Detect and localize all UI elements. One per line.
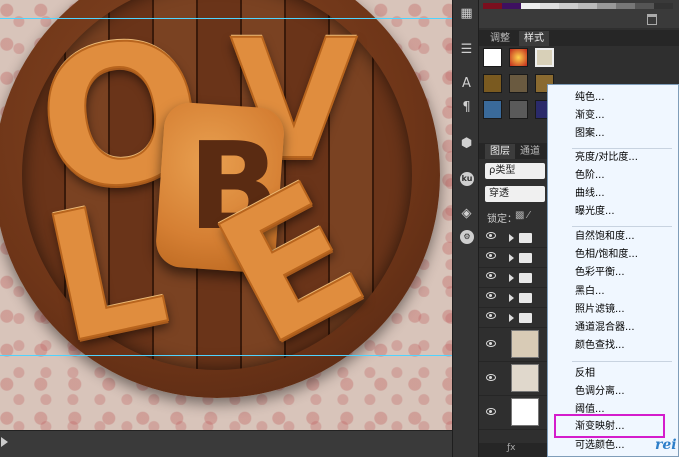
menu-item-color-balance[interactable]: 色彩平衡... — [548, 264, 678, 282]
styles-panel-tabs: 调整 样式 — [479, 30, 679, 46]
style-swatch[interactable] — [509, 48, 528, 67]
expand-arrow-icon[interactable] — [509, 274, 514, 282]
eye-icon[interactable] — [486, 312, 496, 319]
eye-icon[interactable] — [486, 340, 496, 347]
layer-thumbnail — [511, 330, 539, 358]
swatches-panel — [479, 0, 679, 28]
adjustment-layer-menu: 纯色... 渐变... 图案... 亮度/对比度... 色阶... 曲线... … — [547, 84, 679, 457]
layer-thumbnail — [511, 364, 539, 392]
layer-row[interactable] — [479, 362, 547, 396]
style-swatch-selected[interactable] — [535, 48, 554, 67]
layer-filter-select[interactable]: ρ类型 — [485, 163, 545, 179]
guide-line-top — [0, 18, 452, 19]
watermark-logo: rei — [655, 437, 677, 453]
layer-row[interactable] — [479, 268, 547, 288]
swatch-row[interactable] — [483, 3, 673, 9]
layer-row[interactable] — [479, 396, 547, 430]
folder-icon — [519, 253, 532, 263]
3d-cube-icon[interactable]: ⬢ — [457, 134, 476, 153]
folder-icon — [519, 233, 532, 243]
expand-arrow-icon[interactable] — [509, 294, 514, 302]
layer-footer[interactable]: ƒx — [479, 443, 547, 457]
layer-row[interactable] — [479, 228, 547, 248]
menu-item-exposure[interactable]: 曝光度... — [548, 203, 678, 221]
expand-arrow-icon[interactable] — [509, 234, 514, 242]
menu-item-gradient[interactable]: 渐变... — [548, 107, 678, 125]
menu-item-brightness-contrast[interactable]: 亮度/对比度... — [548, 149, 678, 167]
lock-options[interactable]: ▩ ⁄ — [515, 210, 529, 221]
style-swatch[interactable] — [509, 100, 528, 119]
eye-icon[interactable] — [486, 374, 496, 381]
layer-row[interactable] — [479, 288, 547, 308]
style-none[interactable] — [483, 48, 502, 67]
menu-item-pattern[interactable]: 图案... — [548, 125, 678, 143]
layer-list — [479, 228, 547, 443]
lock-label: 锁定： — [487, 214, 517, 225]
sliders-icon[interactable]: ☰ — [457, 40, 476, 59]
layer-thumbnail — [511, 398, 539, 426]
cube-grid-icon[interactable]: ◈ — [457, 204, 476, 223]
menu-item-channel-mixer[interactable]: 通道混合器... — [548, 319, 678, 337]
style-swatch[interactable] — [509, 74, 528, 93]
play-arrow-icon[interactable] — [1, 437, 8, 447]
eye-icon[interactable] — [486, 292, 496, 299]
menu-item-solid-color[interactable]: 纯色... — [548, 89, 678, 107]
eye-icon[interactable] — [486, 408, 496, 415]
tab-styles[interactable]: 样式 — [519, 31, 549, 46]
expand-arrow-icon[interactable] — [509, 314, 514, 322]
styles-grid — [483, 48, 554, 130]
text-tool-icon[interactable]: A — [457, 74, 476, 93]
tab-adjustments[interactable]: 调整 — [485, 31, 515, 46]
menu-item-photo-filter[interactable]: 照片滤镜... — [548, 301, 678, 319]
highlight-box — [554, 414, 665, 438]
guide-line-bottom — [0, 355, 452, 356]
folder-icon — [519, 273, 532, 283]
style-swatch[interactable] — [483, 74, 502, 93]
layer-row[interactable] — [479, 248, 547, 268]
blend-mode-select[interactable]: 穿透 — [485, 186, 545, 202]
folder-icon — [519, 293, 532, 303]
panel-icon-strip: ▦ ☰ A ¶ ⬢ ku ◈ ⚙ — [452, 0, 479, 457]
status-bar — [0, 430, 452, 457]
expand-arrow-icon[interactable] — [509, 254, 514, 262]
eye-icon[interactable] — [486, 252, 496, 259]
tab-layers[interactable]: 图层 — [485, 144, 515, 159]
ku-icon[interactable]: ku — [460, 172, 474, 186]
menu-item-vibrance[interactable]: 自然饱和度... — [548, 228, 678, 246]
document-canvas[interactable]: O V B L E — [0, 0, 452, 430]
menu-item-posterize[interactable]: 色调分离... — [548, 383, 678, 401]
layer-row[interactable] — [479, 308, 547, 328]
style-swatch[interactable] — [483, 100, 502, 119]
menu-item-curves[interactable]: 曲线... — [548, 185, 678, 203]
menu-separator — [572, 226, 672, 227]
menu-item-black-white[interactable]: 黑白... — [548, 283, 678, 301]
paragraph-icon[interactable]: ¶ — [457, 98, 476, 117]
tab-channels[interactable]: 通道 — [515, 144, 545, 159]
menu-item-color-lookup[interactable]: 颜色查找... — [548, 337, 678, 355]
menu-item-invert[interactable]: 反相 — [548, 365, 678, 383]
swatches-icon[interactable]: ▦ — [457, 4, 476, 23]
menu-separator — [572, 361, 672, 362]
layer-row[interactable] — [479, 328, 547, 362]
gear-icon[interactable]: ⚙ — [460, 230, 474, 244]
eye-icon[interactable] — [486, 272, 496, 279]
menu-item-levels[interactable]: 色阶... — [548, 167, 678, 185]
menu-item-hue-saturation[interactable]: 色相/饱和度... — [548, 246, 678, 264]
folder-icon — [519, 313, 532, 323]
trash-icon[interactable] — [647, 14, 657, 25]
eye-icon[interactable] — [486, 232, 496, 239]
